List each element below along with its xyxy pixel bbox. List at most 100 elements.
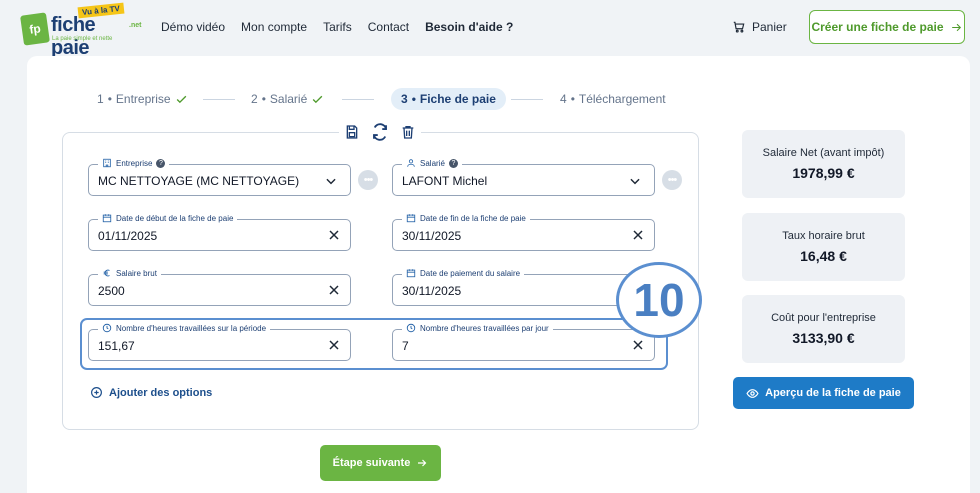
arrow-right-icon bbox=[418, 459, 427, 467]
clock-icon bbox=[406, 323, 416, 333]
next-step-button[interactable]: Étape suivante bbox=[320, 445, 441, 481]
clear-icon[interactable] bbox=[630, 227, 646, 243]
euro-icon bbox=[103, 269, 110, 277]
date-fin-label: Date de fin de la fiche de paie bbox=[402, 213, 530, 223]
clear-icon[interactable] bbox=[326, 282, 342, 298]
salaire-brut-label: Salaire brut bbox=[98, 268, 161, 278]
step-label: Téléchargement bbox=[578, 92, 666, 106]
create-payslip-button[interactable]: Créer une fiche de paie bbox=[809, 10, 965, 44]
create-payslip-label: Créer une fiche de paie bbox=[811, 20, 944, 34]
salarie-select[interactable]: Salarié ? LAFONT Michel bbox=[392, 158, 655, 196]
logo-net: .net bbox=[129, 22, 142, 29]
step-telechargement[interactable]: 4 • Téléchargement bbox=[560, 88, 666, 110]
date-debut-label: Date de début de la fiche de paie bbox=[98, 213, 238, 223]
nav-contact[interactable]: Contact bbox=[368, 20, 409, 34]
date-fin-label-text: Date de fin de la fiche de paie bbox=[420, 213, 526, 223]
entreprise-value: MC NETTOYAGE (MC NETTOYAGE) bbox=[98, 174, 300, 188]
save-icon bbox=[346, 125, 358, 139]
step-entreprise[interactable]: 1 • Entreprise bbox=[97, 88, 188, 110]
salaire-brut-label-text: Salaire brut bbox=[116, 268, 157, 278]
calendar-icon bbox=[406, 269, 416, 278]
cart-label: Panier bbox=[752, 20, 787, 34]
logo-mark: fp bbox=[20, 12, 50, 46]
site-logo[interactable]: fp fiche paie Vu à la TV .net La paie si… bbox=[20, 2, 142, 59]
heures-jour-input[interactable]: Nombre d'heures travaillées par jour 7 bbox=[392, 323, 655, 361]
entreprise-select[interactable]: Entreprise ? MC NETTOYAGE (MC NETTOYAGE) bbox=[88, 158, 351, 196]
calendar-icon bbox=[102, 214, 112, 223]
add-options-link[interactable]: Ajouter des options bbox=[90, 386, 212, 399]
heures-jour-label: Nombre d'heures travaillées par jour bbox=[402, 323, 553, 333]
summary-employer-cost: Coût pour l'entreprise 3133,90 € bbox=[742, 295, 905, 363]
cart-link[interactable]: Panier bbox=[732, 20, 787, 34]
user-icon bbox=[407, 159, 415, 167]
salarie-label: Salarié ? bbox=[402, 158, 462, 168]
preview-payslip-label: Aperçu de la fiche de paie bbox=[765, 387, 901, 399]
salarie-value: LAFONT Michel bbox=[402, 174, 488, 188]
heures-periode-input[interactable]: Nombre d'heures travaillées sur la pério… bbox=[88, 323, 351, 361]
step-number: 2 bbox=[251, 92, 258, 106]
step-salarie[interactable]: 2 • Salarié bbox=[251, 88, 324, 110]
summary-hourly-rate: Taux horaire brut 16,48 € bbox=[742, 213, 905, 281]
help-icon[interactable]: ? bbox=[156, 158, 166, 168]
logo-tagline: La paie simple et nette bbox=[52, 36, 113, 42]
date-debut-input[interactable]: Date de début de la fiche de paie 01/11/… bbox=[88, 213, 351, 251]
clear-icon[interactable] bbox=[326, 337, 342, 353]
step-separator: • bbox=[411, 92, 416, 106]
check-icon bbox=[176, 95, 186, 103]
delete-button[interactable] bbox=[399, 123, 417, 141]
entreprise-label: Entreprise ? bbox=[98, 158, 170, 168]
salarie-label-text: Salarié bbox=[420, 158, 445, 168]
summary-title: Taux horaire brut bbox=[782, 230, 865, 242]
help-icon[interactable]: ? bbox=[448, 158, 458, 168]
preview-payslip-button[interactable]: Aperçu de la fiche de paie bbox=[733, 377, 914, 409]
step-number: 4 bbox=[560, 92, 567, 106]
nav-mon-compte[interactable]: Mon compte bbox=[241, 20, 307, 34]
building-icon bbox=[103, 158, 111, 168]
step-number: 3 bbox=[401, 92, 408, 106]
heures-periode-value: 151,67 bbox=[98, 339, 135, 353]
heures-jour-label-text: Nombre d'heures travaillées par jour bbox=[420, 323, 549, 333]
step-divider bbox=[342, 99, 374, 100]
date-fin-input[interactable]: Date de fin de la fiche de paie 30/11/20… bbox=[392, 213, 655, 251]
refresh-button[interactable] bbox=[371, 123, 389, 141]
nav-besoin-aide[interactable]: Besoin d'aide ? bbox=[425, 20, 513, 34]
clear-icon[interactable] bbox=[326, 227, 342, 243]
step-fiche-de-paie[interactable]: 3 • Fiche de paie bbox=[391, 88, 506, 110]
summary-value: 3133,90 € bbox=[792, 330, 855, 346]
summary-title: Coût pour l'entreprise bbox=[771, 312, 876, 324]
form-toolbar bbox=[339, 121, 421, 143]
nav-demo-video[interactable]: Démo vidéo bbox=[161, 20, 225, 34]
step-number-badge: 10 bbox=[616, 262, 702, 338]
step-divider bbox=[203, 99, 235, 100]
progress-stepper: 1 • Entreprise 2 • Salarié 3 • Fiche de … bbox=[97, 88, 677, 110]
check-icon bbox=[312, 95, 323, 103]
step-separator: • bbox=[261, 92, 266, 106]
summary-value: 1978,99 € bbox=[792, 165, 855, 181]
salaire-brut-value: 2500 bbox=[98, 284, 125, 298]
top-header: fp fiche paie Vu à la TV .net La paie si… bbox=[0, 0, 980, 59]
summary-net-salary: Salaire Net (avant impôt) 1978,99 € bbox=[742, 130, 905, 198]
entreprise-more-button[interactable]: ••• bbox=[358, 170, 378, 190]
step-label: Salarié bbox=[269, 92, 308, 106]
clock-icon bbox=[102, 323, 112, 333]
next-step-label: Étape suivante bbox=[332, 457, 411, 469]
chevron-down-icon[interactable] bbox=[324, 174, 338, 188]
eye-icon bbox=[746, 388, 759, 398]
summary-value: 16,48 € bbox=[800, 248, 847, 264]
step-separator: • bbox=[570, 92, 575, 106]
chevron-down-icon[interactable] bbox=[628, 174, 642, 188]
trash-icon bbox=[402, 126, 414, 139]
salaire-brut-input[interactable]: Salaire brut 2500 bbox=[88, 268, 351, 306]
date-debut-value: 01/11/2025 bbox=[98, 229, 158, 243]
arrow-right-icon bbox=[951, 23, 961, 31]
date-paiement-label-text: Date de paiement du salaire bbox=[420, 268, 521, 278]
save-button[interactable] bbox=[343, 123, 361, 141]
step-label: Entreprise bbox=[115, 92, 171, 106]
main-nav: Démo vidéo Mon compte Tarifs Contact Bes… bbox=[161, 20, 513, 34]
nav-tarifs[interactable]: Tarifs bbox=[323, 20, 352, 34]
clear-icon[interactable] bbox=[630, 337, 646, 353]
add-options-label: Ajouter des options bbox=[109, 386, 213, 399]
salarie-more-button[interactable]: ••• bbox=[662, 170, 682, 190]
refresh-icon bbox=[373, 123, 387, 141]
step-label: Fiche de paie bbox=[419, 92, 496, 106]
